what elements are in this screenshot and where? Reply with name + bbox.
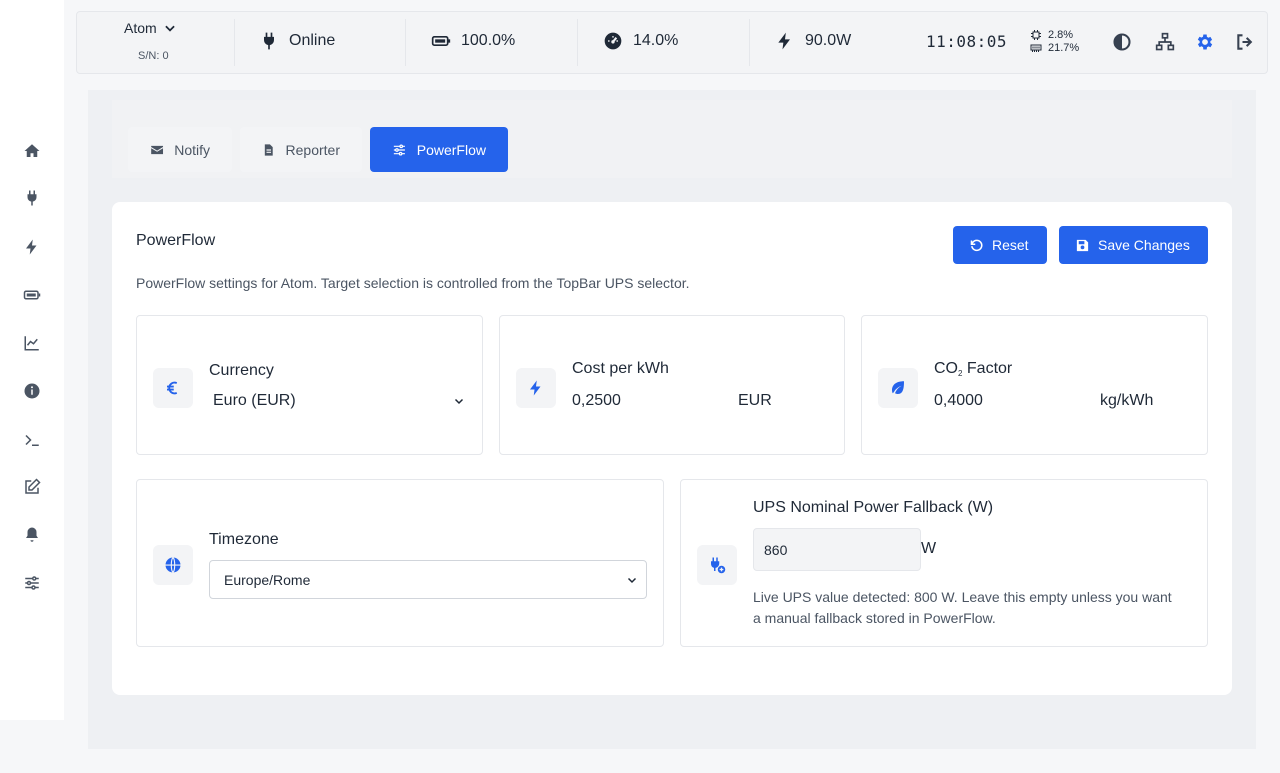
clock: 11:08:05	[926, 32, 1008, 51]
card-title: PowerFlow	[136, 232, 216, 249]
ups-selector[interactable]: Atom	[124, 20, 177, 36]
divider	[749, 19, 750, 66]
battery-value: 100.0%	[461, 32, 516, 49]
currency-select[interactable]: Euro (EUR)	[213, 392, 465, 410]
tab-reporter[interactable]: Reporter	[240, 127, 362, 172]
memory-usage: 21.7%	[1030, 42, 1079, 54]
globe-icon	[153, 545, 193, 585]
bolt-icon	[778, 32, 790, 50]
divider	[234, 19, 235, 66]
tab-powerflow[interactable]: PowerFlow	[370, 127, 508, 172]
gear-icon	[1197, 34, 1213, 50]
cost-unit: EUR	[738, 392, 772, 409]
document-icon	[264, 143, 273, 156]
hint-line-2: a manual fallback stored in PowerFlow.	[753, 610, 996, 626]
hint-line-1: Live UPS value detected: 800 W. Leave th…	[753, 589, 1172, 605]
cost-input[interactable]: 0,2500	[572, 392, 722, 410]
save-icon	[1076, 239, 1089, 251]
save-label: Save Changes	[1098, 237, 1190, 253]
co2-label-prefix: CO	[934, 360, 958, 377]
memory-icon	[1030, 44, 1042, 52]
info-icon[interactable]	[20, 379, 44, 403]
euro-icon	[153, 368, 193, 408]
cost-box: Cost per kWh 0,2500 EUR	[499, 315, 845, 455]
plug-icon	[264, 32, 274, 50]
chevron-down-icon	[627, 577, 637, 583]
load-indicator: 14.0%	[603, 31, 678, 51]
nominal-power-hint: Live UPS value detected: 800 W. Leave th…	[753, 587, 1193, 629]
tab-notify[interactable]: Notify	[128, 127, 232, 172]
chevron-down-icon	[164, 25, 175, 32]
divider	[577, 19, 578, 66]
nominal-power-box: UPS Nominal Power Fallback (W) 860 W Liv…	[680, 479, 1208, 647]
nominal-power-label: UPS Nominal Power Fallback (W)	[753, 499, 994, 516]
leaf-icon	[878, 368, 918, 408]
battery-icon[interactable]	[20, 283, 44, 307]
contrast-icon	[1113, 33, 1131, 51]
network-icon	[1155, 32, 1175, 51]
logout-button[interactable]	[1234, 31, 1256, 53]
tab-bar: Notify Reporter PowerFlow	[112, 100, 1232, 178]
chart-line-icon[interactable]	[20, 331, 44, 355]
bell-icon[interactable]	[20, 523, 44, 547]
tab-label: Reporter	[285, 141, 340, 158]
reset-button[interactable]: Reset	[953, 226, 1047, 264]
powerflow-card: PowerFlow PowerFlow settings for Atom. T…	[112, 202, 1232, 695]
save-button[interactable]: Save Changes	[1059, 226, 1208, 264]
reset-label: Reset	[992, 237, 1029, 253]
chevron-down-icon	[454, 398, 464, 405]
edit-icon[interactable]	[20, 475, 44, 499]
plug-icon[interactable]	[20, 186, 44, 210]
sidebar	[0, 0, 64, 720]
terminal-icon[interactable]	[20, 428, 44, 452]
ups-name: Atom	[124, 20, 157, 36]
status-indicator: Online	[259, 31, 335, 51]
settings-button[interactable]	[1194, 31, 1216, 53]
bolt-icon[interactable]	[20, 235, 44, 259]
bolt-icon	[516, 368, 556, 408]
undo-icon	[970, 239, 983, 251]
cpu-usage: 2.8%	[1030, 29, 1073, 41]
sliders-icon	[393, 143, 405, 156]
envelope-icon	[151, 145, 164, 154]
currency-box: Currency Euro (EUR)	[136, 315, 483, 455]
tab-label: Notify	[174, 141, 210, 158]
timezone-label: Timezone	[209, 531, 279, 548]
power-value: 90.0W	[805, 32, 852, 49]
theme-toggle-button[interactable]	[1111, 31, 1133, 53]
home-icon[interactable]	[20, 139, 44, 163]
tab-label: PowerFlow	[416, 141, 486, 158]
nominal-power-unit: W	[921, 540, 937, 557]
co2-box: CO2 Factor 0,4000 kg/kWh	[861, 315, 1208, 455]
cpu-value: 2.8%	[1048, 29, 1074, 41]
gauge-icon	[604, 32, 622, 50]
mem-value: 21.7%	[1048, 42, 1080, 54]
divider	[405, 19, 406, 66]
card-description: PowerFlow settings for Atom. Target sele…	[136, 275, 690, 291]
timezone-box: Timezone Europe/Rome	[136, 479, 664, 647]
currency-value: Euro (EUR)	[213, 392, 296, 409]
nominal-power-input[interactable]: 860	[753, 528, 921, 571]
cost-label: Cost per kWh	[572, 360, 669, 377]
cpu-icon	[1031, 30, 1041, 40]
plug-plus-icon	[697, 545, 737, 585]
status-text: Online	[289, 32, 336, 49]
power-indicator: 90.0W	[775, 31, 851, 51]
battery-indicator: 100.0%	[431, 31, 515, 51]
ups-serial: S/N: 0	[138, 50, 169, 62]
currency-label: Currency	[209, 362, 274, 379]
co2-input[interactable]: 0,4000	[934, 392, 1084, 410]
sliders-icon[interactable]	[20, 571, 44, 595]
co2-label-suffix: Factor	[962, 360, 1013, 377]
main-content: Notify Reporter PowerFlow PowerFlow Powe…	[88, 90, 1256, 749]
timezone-select[interactable]: Europe/Rome	[209, 560, 647, 599]
load-value: 14.0%	[633, 32, 679, 49]
network-button[interactable]	[1154, 31, 1176, 53]
co2-unit: kg/kWh	[1100, 392, 1154, 409]
battery-icon	[431, 36, 451, 46]
co2-label: CO2 Factor	[934, 360, 1012, 378]
logout-icon	[1237, 34, 1253, 50]
timezone-value: Europe/Rome	[224, 571, 311, 588]
